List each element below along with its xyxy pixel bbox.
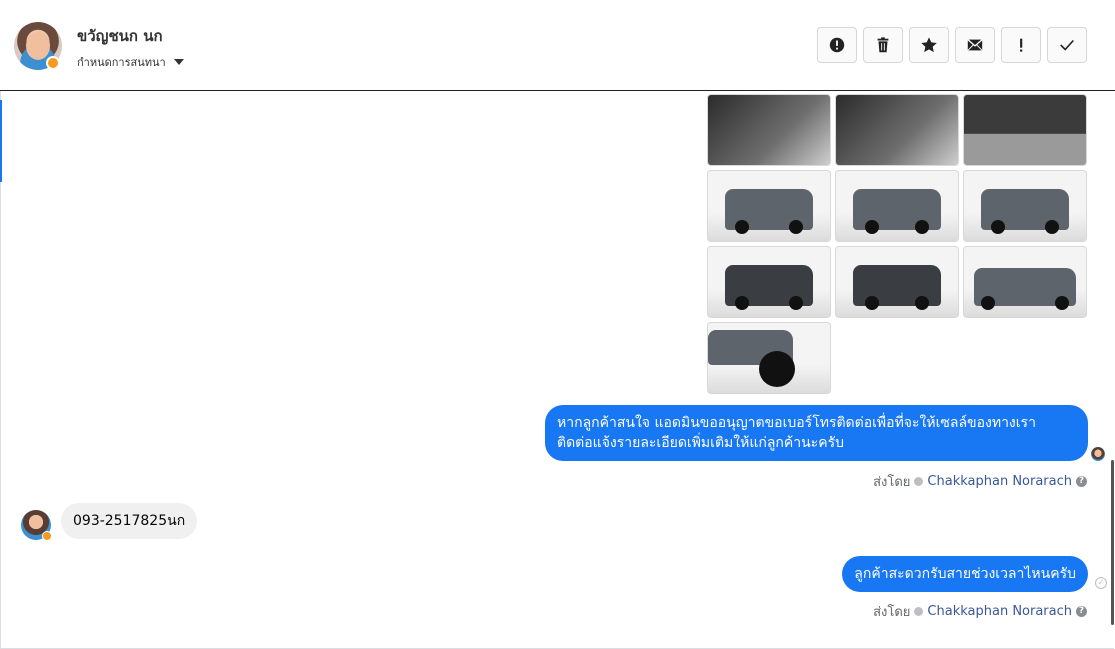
conversation-header: ขวัญชนก นก กำหนดการสนทนา <box>0 0 1115 91</box>
action-toolbar <box>817 27 1087 63</box>
outgoing-message: หากลูกค้าสนใจ แอดมินขออนุญาตขอเบอร์โทรติ… <box>545 405 1088 461</box>
star-icon <box>921 37 937 53</box>
car-photo-rear[interactable] <box>835 246 959 318</box>
sent-by-label: ส่งโดย <box>873 605 911 620</box>
contact-avatar-small[interactable] <box>21 510 52 541</box>
scrollbar[interactable] <box>1111 460 1114 625</box>
mark-unread-button[interactable] <box>955 27 995 63</box>
follow-up-button[interactable] <box>1001 27 1041 63</box>
car-photo-wheel[interactable] <box>707 322 831 394</box>
verified-icon <box>914 607 924 616</box>
car-photo-engine[interactable] <box>963 94 1087 166</box>
status-indicator <box>42 531 52 541</box>
seen-avatar <box>1091 447 1105 461</box>
car-photo-front-left[interactable] <box>707 170 831 242</box>
envelope-icon <box>967 39 983 51</box>
car-photo-rear-left[interactable] <box>707 246 831 318</box>
mark-done-button[interactable] <box>1047 27 1087 63</box>
image-attachment-grid <box>707 94 1087 394</box>
help-icon[interactable]: ? <box>1076 606 1087 617</box>
sent-check-icon: ✓ <box>1095 577 1107 589</box>
car-photo-front[interactable] <box>835 170 959 242</box>
outgoing-message: ลูกค้าสะดวกรับสายช่วงเวลาไหนครับ <box>842 556 1088 592</box>
sent-by-label: ส่งโดย <box>873 475 911 490</box>
message-line: ติดต่อแจ้งรายละเอียดเพิ่มเติมให้แก่ลูกค้… <box>557 435 844 451</box>
active-indicator <box>0 100 2 182</box>
delete-button[interactable] <box>863 27 903 63</box>
exclamation-icon <box>1020 38 1023 52</box>
message-line: หากลูกค้าสนใจ แอดมินขออนุญาตขอเบอร์โทรติ… <box>557 415 1036 431</box>
sent-by-info: ส่งโดย Chakkaphan Norarach ? <box>873 471 1087 492</box>
assign-label: กำหนดการสนทนา <box>77 56 166 69</box>
mark-spam-button[interactable] <box>817 27 857 63</box>
agent-name[interactable]: Chakkaphan Norarach <box>927 604 1072 619</box>
agent-name[interactable]: Chakkaphan Norarach <box>927 474 1072 489</box>
assign-conversation-dropdown[interactable]: กำหนดการสนทนา <box>77 53 184 71</box>
check-icon <box>1060 39 1074 51</box>
car-photo-interior-rear[interactable] <box>707 94 831 166</box>
car-photo-front-right[interactable] <box>963 170 1087 242</box>
sent-by-info: ส่งโดย Chakkaphan Norarach ? <box>873 601 1087 622</box>
car-photo-dashboard[interactable] <box>835 94 959 166</box>
alert-circle-icon <box>829 37 845 53</box>
contact-name[interactable]: ขวัญชนก นก <box>77 24 163 48</box>
help-icon[interactable]: ? <box>1076 476 1087 487</box>
caret-down-icon <box>173 59 184 65</box>
star-button[interactable] <box>909 27 949 63</box>
incoming-message: 093-2517825นก <box>61 503 198 539</box>
status-indicator <box>46 56 60 70</box>
trash-icon <box>877 37 889 53</box>
car-photo-side[interactable] <box>963 246 1087 318</box>
verified-icon <box>914 477 924 486</box>
